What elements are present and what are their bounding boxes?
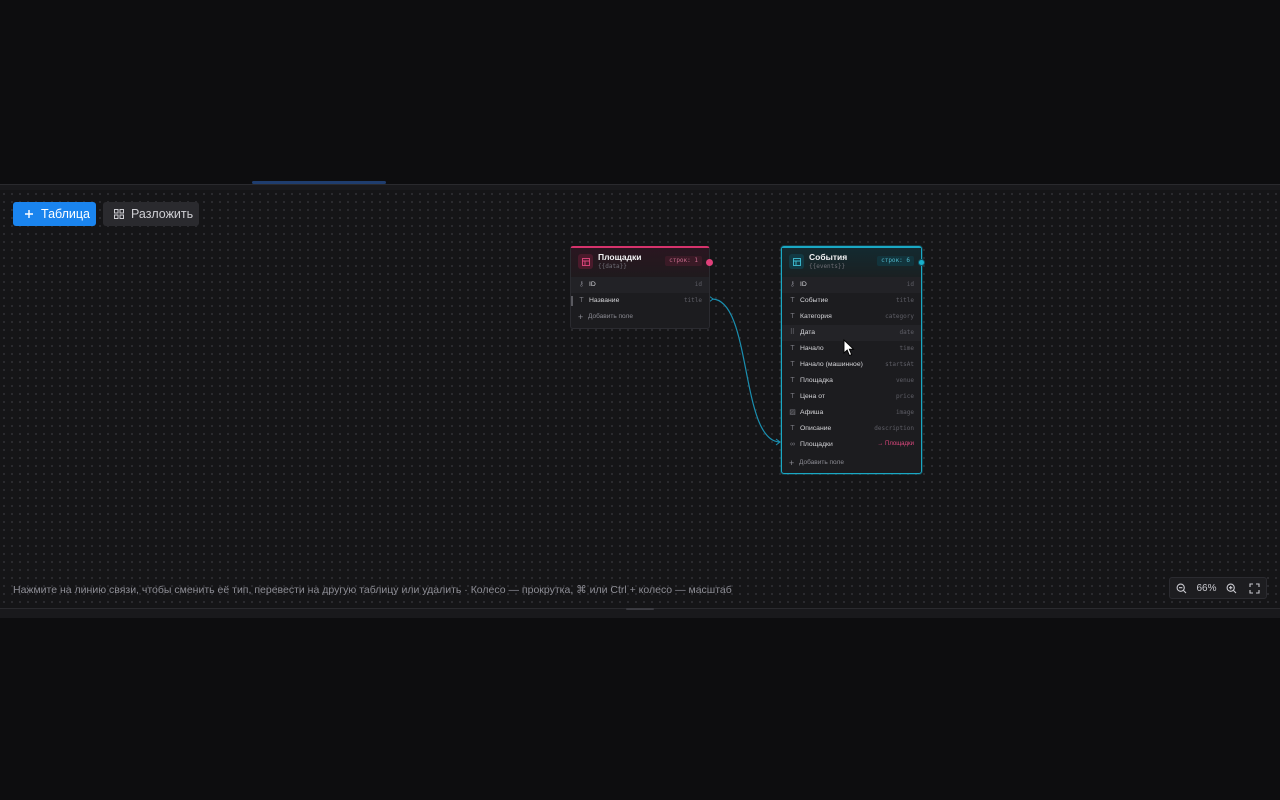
plus-icon: + — [578, 312, 584, 322]
table-title: Площадки — [598, 252, 642, 262]
field-key: category — [885, 313, 914, 320]
text-type-icon: T — [790, 313, 795, 320]
mouse-cursor-icon — [843, 339, 855, 357]
text-type-icon: T — [579, 297, 584, 304]
add-field-label: Добавить поле — [588, 313, 633, 320]
field-label: Начало — [800, 345, 824, 352]
text-type-icon: T — [790, 345, 795, 352]
field-key: startsAt — [885, 361, 914, 368]
field-label: Площадка — [800, 377, 833, 384]
connection-handle[interactable] — [918, 259, 925, 266]
zoom-out-button[interactable] — [1170, 577, 1193, 599]
table-title: События — [809, 252, 848, 262]
field-label: Начало (машинное) — [800, 361, 863, 368]
table-source: {{data}} — [598, 263, 627, 270]
field-key: id — [694, 281, 702, 288]
field-key: title — [683, 297, 702, 304]
field-key: date — [899, 329, 914, 336]
rows-badge: строк: 1 — [665, 256, 702, 266]
field-key: price — [895, 393, 914, 400]
field-row[interactable]: T Площадка venue — [782, 373, 921, 389]
field-row[interactable]: T Категория category — [782, 309, 921, 325]
zoom-in-button[interactable] — [1220, 577, 1243, 599]
field-label: Цена от — [800, 393, 825, 400]
add-field-button[interactable]: + Добавить поле — [782, 455, 921, 471]
add-field-label: Добавить поле — [799, 459, 844, 466]
field-row[interactable]: T Событие title — [782, 293, 921, 309]
zoom-out-icon — [1176, 583, 1187, 593]
field-label: Дата — [800, 329, 816, 336]
relation-target[interactable]: → Площадки — [877, 441, 914, 447]
field-label: Название — [589, 297, 620, 304]
panel-resize-handle[interactable] — [626, 608, 654, 610]
zoom-in-icon — [1226, 583, 1237, 593]
table-header[interactable]: События {{events}} строк: 6 — [782, 248, 925, 277]
key-icon: ⚷ — [578, 281, 585, 288]
table-node-venues[interactable]: Площадки {{data}} строк: 1 ⚷ ID id T Наз… — [570, 246, 713, 329]
zoom-controls: 66% — [1169, 577, 1267, 599]
row-marker — [571, 296, 573, 306]
field-row[interactable]: T Описание description — [782, 421, 921, 437]
field-label: Категория — [800, 313, 832, 320]
table-icon — [789, 254, 804, 269]
text-type-icon: T — [790, 393, 795, 400]
link-icon: ∞ — [790, 441, 795, 448]
field-key: id — [906, 281, 914, 288]
text-type-icon: T — [790, 361, 795, 368]
text-type-icon: T — [790, 297, 795, 304]
table-node-events[interactable]: События {{events}} строк: 6 ⚷ ID id T Со… — [781, 246, 925, 474]
drag-handle-icon: ⠿ — [789, 329, 796, 336]
field-key: image — [895, 409, 914, 416]
field-label: Площадки — [800, 441, 833, 448]
field-key: venue — [895, 377, 914, 384]
field-label: Афиша — [800, 409, 824, 416]
bottom-panel — [0, 618, 1280, 800]
image-icon: ▨ — [789, 409, 796, 416]
rows-badge: строк: 6 — [877, 256, 914, 266]
field-label: ID — [589, 281, 596, 288]
field-row[interactable]: T Начало (машинное) startsAt — [782, 357, 921, 373]
field-row[interactable]: ▨ Афиша image — [782, 405, 921, 421]
field-key: description — [874, 425, 914, 432]
field-label: Событие — [800, 297, 829, 304]
table-icon — [578, 254, 593, 269]
fullscreen-icon — [1249, 582, 1260, 594]
schema-canvas[interactable]: Таблица Разложить Площадки {{data}} стро… — [0, 190, 1280, 608]
field-row[interactable]: ⚷ ID id — [782, 277, 921, 293]
zoom-level: 66% — [1196, 582, 1217, 594]
table-header[interactable]: Площадки {{data}} строк: 1 — [571, 248, 713, 277]
field-row[interactable]: ∞ Площадки → Площадки — [782, 437, 921, 453]
field-label: Описание — [800, 425, 832, 432]
top-panel — [0, 0, 1280, 183]
field-row[interactable]: T Цена от price — [782, 389, 921, 405]
field-row[interactable]: ⚷ ID id — [571, 277, 709, 293]
text-type-icon: T — [790, 377, 795, 384]
key-icon: ⚷ — [789, 281, 796, 288]
table-source: {{events}} — [809, 263, 846, 270]
text-type-icon: T — [790, 425, 795, 432]
field-row[interactable]: T Название title — [571, 293, 709, 309]
field-key: title — [895, 297, 914, 304]
connection-handle[interactable] — [706, 259, 713, 266]
canvas-hint: Нажмите на линию связи, чтобы сменить её… — [13, 584, 732, 596]
fullscreen-button[interactable] — [1243, 577, 1266, 599]
field-key: time — [899, 345, 914, 352]
field-label: ID — [800, 281, 807, 288]
plus-icon: + — [789, 458, 795, 468]
add-field-button[interactable]: + Добавить поле — [571, 309, 709, 325]
